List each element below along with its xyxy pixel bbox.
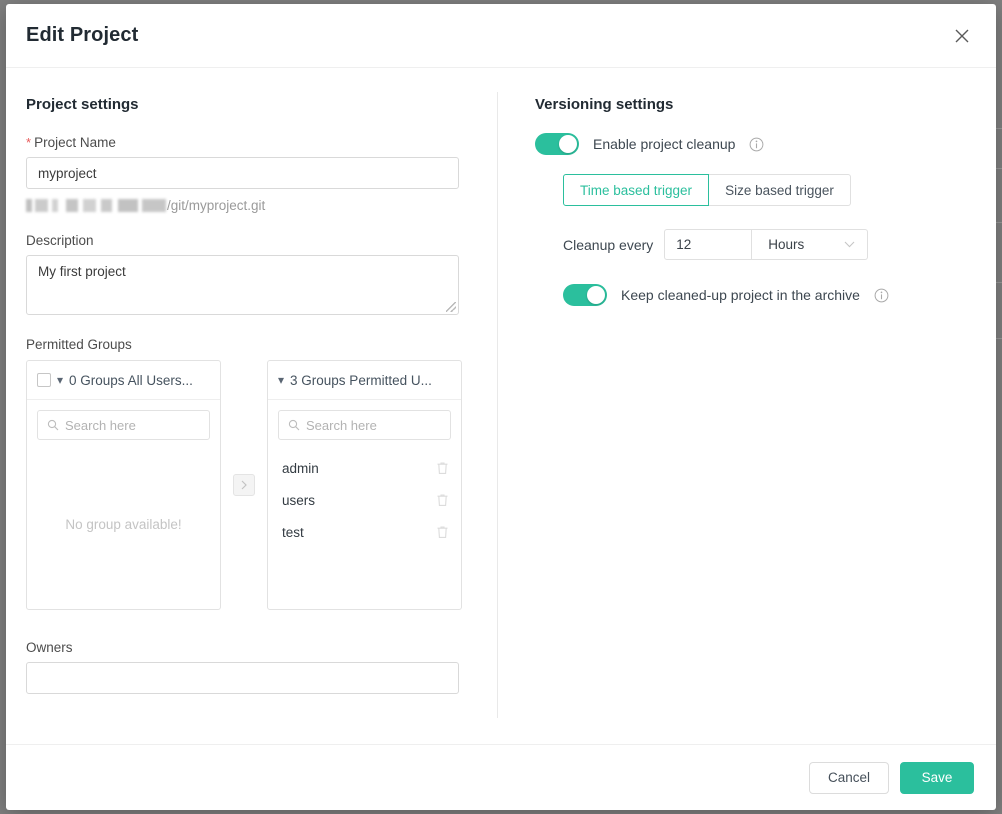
- chevron-down-icon[interactable]: ▾: [278, 374, 284, 386]
- group-name: admin: [282, 461, 319, 476]
- available-search-input[interactable]: Search here: [37, 410, 210, 440]
- move-right-button[interactable]: [233, 474, 255, 496]
- required-asterisk: *: [26, 135, 31, 150]
- trigger-type-tabs: Time based trigger Size based trigger: [563, 174, 851, 206]
- list-item[interactable]: admin: [268, 452, 461, 484]
- info-icon[interactable]: [749, 137, 764, 152]
- tab-time-based-trigger[interactable]: Time based trigger: [563, 174, 709, 206]
- dialog-body: Project settings *Project Name myproject…: [6, 68, 996, 744]
- owners-block: Owners: [26, 640, 485, 694]
- page-title: Edit Project: [26, 24, 138, 47]
- cleanup-every-label: Cleanup every: [563, 237, 653, 253]
- toggle-knob: [587, 286, 605, 304]
- chevron-down-icon: [844, 239, 855, 251]
- repo-url-hint: /git/myproject.git: [26, 197, 485, 213]
- cleanup-unit-select[interactable]: Hours: [752, 229, 868, 260]
- enable-cleanup-toggle[interactable]: [535, 133, 579, 155]
- search-icon: [288, 419, 300, 431]
- tab-size-based-trigger[interactable]: Size based trigger: [709, 174, 851, 206]
- toggle-knob: [559, 135, 577, 153]
- owners-label: Owners: [26, 640, 485, 655]
- close-icon[interactable]: [950, 24, 974, 48]
- transfer-controls: [221, 360, 267, 610]
- edit-project-dialog: Edit Project Project settings *Project N…: [6, 4, 996, 810]
- cleanup-every-row: Cleanup every 12 Hours: [563, 229, 976, 260]
- cleanup-interval-input[interactable]: 12: [664, 229, 752, 260]
- redacted-host-prefix: [26, 199, 166, 212]
- description-label: Description: [26, 233, 485, 248]
- select-all-checkbox[interactable]: [37, 373, 51, 387]
- enable-cleanup-row: Enable project cleanup: [535, 133, 976, 155]
- versioning-settings-column: Versioning settings Enable project clean…: [498, 96, 976, 744]
- project-name-label: *Project Name: [26, 135, 485, 150]
- list-item[interactable]: test: [268, 516, 461, 548]
- project-name-value: myproject: [38, 166, 97, 181]
- permitted-search-wrap: Search here: [268, 400, 461, 440]
- trash-icon[interactable]: [436, 525, 449, 539]
- trash-icon[interactable]: [436, 493, 449, 507]
- list-item[interactable]: users: [268, 484, 461, 516]
- group-name: users: [282, 493, 315, 508]
- dialog-footer: Cancel Save: [6, 744, 996, 810]
- description-value: My first project: [38, 264, 126, 279]
- enable-cleanup-label: Enable project cleanup: [593, 136, 735, 152]
- save-button[interactable]: Save: [900, 762, 974, 794]
- description-input[interactable]: My first project: [26, 255, 459, 315]
- permitted-search-input[interactable]: Search here: [278, 410, 451, 440]
- project-name-label-text: Project Name: [34, 135, 116, 150]
- repo-url-suffix: /git/myproject.git: [167, 198, 265, 213]
- chevron-right-icon: [240, 480, 248, 490]
- permitted-groups-header[interactable]: ▾ 3 Groups Permitted U...: [268, 361, 461, 400]
- keep-archive-label: Keep cleaned-up project in the archive: [621, 287, 860, 303]
- permitted-groups-transfer: ▾ 0 Groups All Users... Search here No g…: [26, 360, 485, 610]
- dialog-header: Edit Project: [6, 4, 996, 68]
- resize-handle-icon[interactable]: [446, 302, 456, 312]
- permitted-search-placeholder: Search here: [306, 418, 377, 433]
- keep-archive-row: Keep cleaned-up project in the archive: [563, 284, 976, 306]
- cleanup-unit-value: Hours: [768, 237, 804, 252]
- available-groups-header-label: 0 Groups All Users...: [69, 373, 193, 388]
- keep-archive-toggle[interactable]: [563, 284, 607, 306]
- group-name: test: [282, 525, 304, 540]
- available-groups-empty-text: No group available!: [27, 440, 220, 609]
- chevron-down-icon[interactable]: ▾: [57, 374, 63, 386]
- cancel-button[interactable]: Cancel: [809, 762, 889, 794]
- info-icon[interactable]: [874, 288, 889, 303]
- permitted-groups-list: admin users test: [268, 440, 461, 609]
- trash-icon[interactable]: [436, 461, 449, 475]
- search-icon: [47, 419, 59, 431]
- available-search-placeholder: Search here: [65, 418, 136, 433]
- cleanup-interval-value: 12: [676, 237, 691, 252]
- project-settings-column: Project settings *Project Name myproject…: [26, 96, 497, 744]
- owners-input[interactable]: [26, 662, 459, 694]
- available-groups-panel: ▾ 0 Groups All Users... Search here No g…: [26, 360, 221, 610]
- versioning-settings-heading: Versioning settings: [535, 96, 976, 113]
- permitted-groups-panel: ▾ 3 Groups Permitted U... Search here: [267, 360, 462, 610]
- project-settings-heading: Project settings: [26, 96, 485, 113]
- permitted-groups-label: Permitted Groups: [26, 337, 485, 352]
- available-search-wrap: Search here: [27, 400, 220, 440]
- project-name-input[interactable]: myproject: [26, 157, 459, 189]
- permitted-groups-header-label: 3 Groups Permitted U...: [290, 373, 432, 388]
- available-groups-header[interactable]: ▾ 0 Groups All Users...: [27, 361, 220, 400]
